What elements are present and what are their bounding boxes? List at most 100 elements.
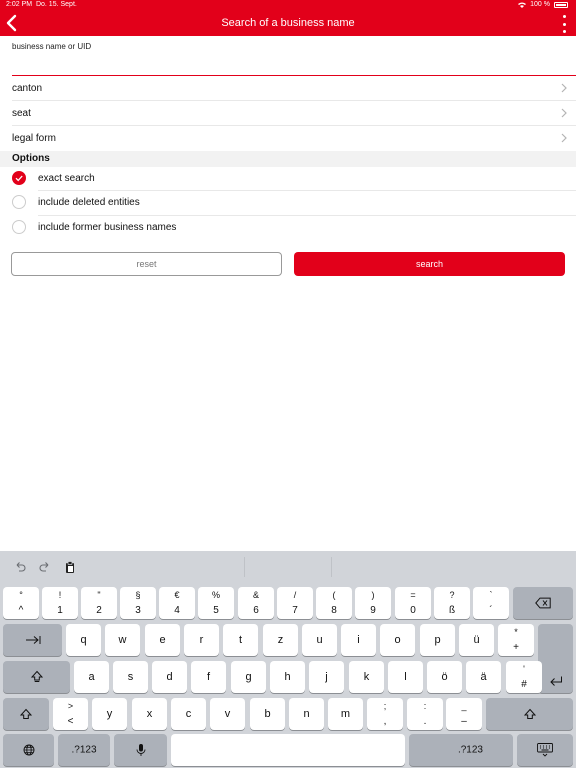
return-key[interactable]	[538, 624, 573, 693]
toolbar-separator	[331, 557, 332, 577]
key[interactable]: ö	[427, 661, 462, 693]
key[interactable]: ü	[459, 624, 494, 656]
key[interactable]: (8	[316, 587, 352, 619]
tab-key[interactable]	[3, 624, 62, 656]
paste-icon[interactable]	[63, 560, 77, 574]
option-include-deleted[interactable]: include deleted entities	[0, 191, 576, 215]
shift-icon	[523, 708, 536, 719]
key[interactable]: ' #	[506, 661, 542, 693]
key[interactable]: w	[105, 624, 140, 656]
business-name-input[interactable]	[12, 54, 564, 74]
tab-icon	[25, 636, 40, 644]
search-button[interactable]: search	[294, 252, 565, 276]
numeric-key-right[interactable]: .?123	[409, 734, 513, 766]
redo-icon[interactable]	[38, 560, 52, 574]
chevron-right-icon	[561, 108, 567, 118]
option-label: exact search	[38, 173, 95, 184]
option-include-former-names[interactable]: include former business names	[0, 216, 576, 240]
key[interactable]: j	[309, 661, 344, 693]
key[interactable]: b	[250, 698, 285, 730]
option-exact-search[interactable]: exact search	[0, 167, 576, 191]
radio-circle-icon[interactable]	[12, 220, 26, 234]
legal-form-row[interactable]: legal form	[0, 126, 576, 150]
legal-form-label: legal form	[12, 132, 56, 144]
key[interactable]: ä	[466, 661, 501, 693]
key[interactable]: § 3	[120, 587, 156, 619]
caps-lock-icon	[30, 670, 43, 682]
key[interactable]: a	[74, 661, 109, 693]
key[interactable]: x	[132, 698, 167, 730]
caps-lock-key[interactable]	[3, 661, 70, 693]
key[interactable]: > <	[53, 698, 88, 730]
globe-key[interactable]	[3, 734, 54, 766]
business-name-label: business name or UID	[12, 42, 92, 51]
options-header: Options	[0, 151, 576, 167]
status-time: 2:02 PM Do. 15. Sept.	[6, 1, 77, 8]
key[interactable]: ! 1	[42, 587, 78, 619]
seat-row[interactable]: seat	[0, 101, 576, 125]
globe-icon	[23, 744, 34, 756]
undo-icon[interactable]	[13, 560, 27, 574]
key[interactable]: u	[302, 624, 337, 656]
key[interactable]: :.	[407, 698, 443, 730]
key[interactable]: y	[92, 698, 127, 730]
key[interactable]: o	[380, 624, 415, 656]
key[interactable]: /7	[277, 587, 313, 619]
key[interactable]: h	[270, 661, 305, 693]
key[interactable]: n	[289, 698, 324, 730]
key[interactable]: e	[145, 624, 180, 656]
shift-icon	[20, 708, 32, 719]
key[interactable]: ) 9	[355, 587, 391, 619]
shift-key-left[interactable]	[3, 698, 49, 730]
key[interactable]: m	[328, 698, 363, 730]
key[interactable]: ` ´	[473, 587, 509, 619]
key[interactable]: €4	[159, 587, 195, 619]
key[interactable]: g	[231, 661, 266, 693]
battery-percent: 100 %	[530, 1, 550, 8]
key[interactable]: k	[349, 661, 384, 693]
space-key[interactable]	[171, 734, 405, 766]
seat-label: seat	[12, 107, 31, 119]
toolbar-separator	[244, 557, 245, 577]
radio-circle-icon[interactable]	[12, 195, 26, 209]
checkmark-icon[interactable]	[12, 171, 26, 185]
chevron-right-icon	[561, 83, 567, 93]
option-label: include former business names	[38, 222, 177, 233]
hide-keyboard-key[interactable]	[517, 734, 573, 766]
backspace-key[interactable]	[513, 587, 573, 619]
numeric-key-left[interactable]: .?123	[58, 734, 110, 766]
key[interactable]: t	[223, 624, 258, 656]
key[interactable]: i	[341, 624, 376, 656]
key[interactable]: c	[171, 698, 206, 730]
key[interactable]: z	[263, 624, 298, 656]
key[interactable]: " 2	[81, 587, 117, 619]
key[interactable]: l	[388, 661, 423, 693]
key[interactable]: & 6	[238, 587, 274, 619]
key[interactable]: f	[191, 661, 226, 693]
keyboard-toolbar	[0, 551, 576, 583]
key[interactable]: v	[210, 698, 245, 730]
key[interactable]: d	[152, 661, 187, 693]
key[interactable]: s	[113, 661, 148, 693]
page-title: Search of a business name	[221, 17, 355, 29]
key[interactable]: ;,	[367, 698, 403, 730]
more-menu-icon[interactable]	[560, 15, 568, 33]
key[interactable]: p	[420, 624, 455, 656]
status-bar: 2:02 PM Do. 15. Sept. 100 %	[0, 1, 576, 11]
status-indicators: 100 %	[518, 1, 568, 8]
keyboard-dismiss-icon	[537, 743, 553, 757]
dictation-key[interactable]	[114, 734, 167, 766]
reset-button[interactable]: reset	[11, 252, 282, 276]
key[interactable]: * +	[498, 624, 534, 656]
key[interactable]: ° ^	[3, 587, 39, 619]
key[interactable]: = 0	[395, 587, 431, 619]
chevron-right-icon	[561, 133, 567, 143]
canton-row[interactable]: canton	[0, 76, 576, 100]
key[interactable]: r	[184, 624, 219, 656]
key[interactable]: q	[66, 624, 101, 656]
key[interactable]: ? ß	[434, 587, 470, 619]
shift-key-right[interactable]	[486, 698, 573, 730]
battery-icon	[554, 1, 568, 8]
key[interactable]: % 5	[198, 587, 234, 619]
key[interactable]: _ –	[446, 698, 482, 730]
